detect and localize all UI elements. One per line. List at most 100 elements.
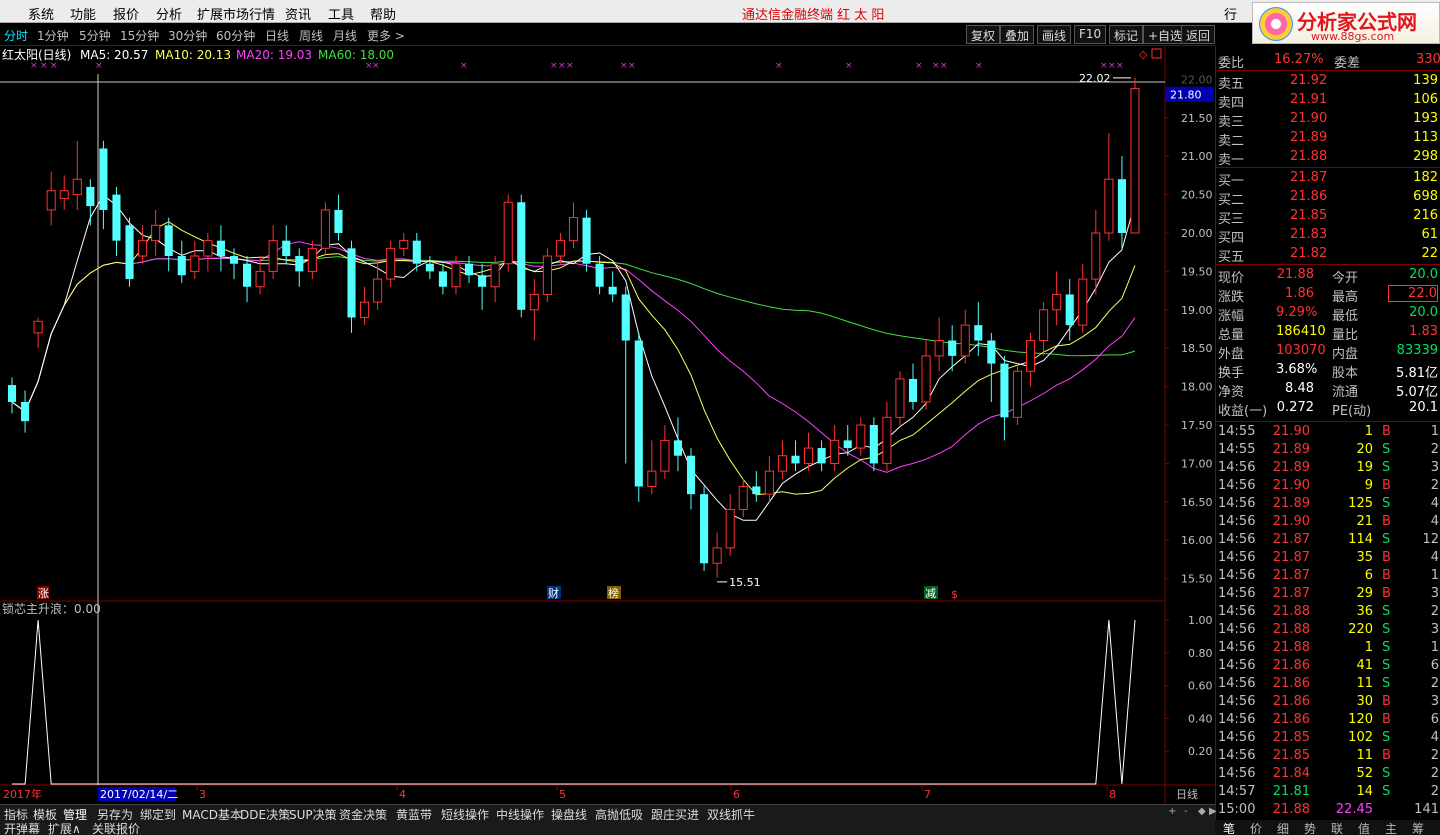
candle[interactable]	[33, 317, 43, 349]
candle[interactable]	[347, 240, 356, 333]
detail-tab[interactable]: 价	[1250, 820, 1262, 835]
candle[interactable]	[86, 179, 95, 226]
expand-toggle[interactable]: 扩展∧	[48, 820, 81, 835]
detail-tab[interactable]: 细	[1277, 820, 1289, 835]
detail-tab[interactable]: 势	[1304, 820, 1316, 835]
candle[interactable]	[438, 263, 447, 295]
candle[interactable]	[373, 263, 383, 310]
candle[interactable]	[21, 390, 30, 433]
marker-cai[interactable]: 财	[548, 586, 559, 600]
back-button[interactable]: 返回	[1181, 25, 1215, 44]
candle[interactable]	[282, 225, 291, 264]
candle[interactable]	[255, 256, 265, 295]
detail-tab[interactable]: 联	[1331, 820, 1343, 835]
candle[interactable]	[517, 194, 526, 318]
menu-tools[interactable]: 工具	[328, 4, 354, 23]
f10-button[interactable]: F10	[1074, 25, 1107, 44]
candle[interactable]	[125, 217, 134, 287]
candle[interactable]	[882, 401, 892, 472]
menu-analysis[interactable]: 分析	[156, 4, 182, 23]
candle[interactable]	[921, 340, 931, 410]
marker-zhang[interactable]: 涨	[38, 587, 49, 600]
candle[interactable]	[934, 317, 944, 372]
menu-help[interactable]: 帮助	[370, 4, 396, 23]
candle[interactable]	[295, 248, 304, 287]
candle[interactable]	[791, 440, 800, 472]
candle[interactable]	[1025, 332, 1036, 387]
menu-function[interactable]: 功能	[70, 4, 96, 23]
candle[interactable]	[7, 377, 17, 414]
candle[interactable]	[1000, 355, 1009, 441]
candle[interactable]	[1078, 263, 1088, 333]
period-tab-weekly[interactable]: 周线	[299, 27, 323, 44]
overlay-button[interactable]: 叠加	[1000, 25, 1035, 44]
candle[interactable]	[1052, 271, 1062, 326]
candle[interactable]	[1039, 302, 1049, 356]
period-tab-1min[interactable]: 1分钟	[37, 27, 69, 44]
kline-chart[interactable]: ◇× × × × × × × × × × × × × × × × × × × × × 红太阳(日线) MA5: 20.5…	[0, 46, 1215, 806]
danmaku-toggle[interactable]: 开弹幕	[4, 820, 40, 835]
candle[interactable]	[830, 425, 840, 472]
candle[interactable]	[621, 286, 630, 464]
candle[interactable]	[216, 225, 225, 272]
candle[interactable]	[582, 209, 591, 272]
candle[interactable]	[686, 448, 696, 510]
candle[interactable]	[568, 202, 579, 249]
candle[interactable]	[555, 232, 565, 264]
candle[interactable]	[529, 279, 539, 341]
candle[interactable]	[856, 417, 866, 456]
menu-news[interactable]: 资讯	[285, 4, 311, 23]
period-tab-15min[interactable]: 15分钟	[120, 27, 159, 44]
marker-dollar[interactable]: $	[951, 588, 958, 601]
candle[interactable]	[59, 175, 69, 210]
candle[interactable]	[647, 440, 657, 495]
candle[interactable]	[203, 232, 213, 272]
marker-bang[interactable]: 榜	[608, 586, 619, 600]
candle[interactable]	[177, 240, 186, 283]
candle[interactable]	[777, 440, 787, 479]
candle[interactable]	[1117, 156, 1126, 249]
candle[interactable]	[268, 225, 278, 280]
candle[interactable]	[151, 209, 161, 257]
candle[interactable]	[700, 486, 709, 571]
candle[interactable]	[399, 232, 409, 257]
candle[interactable]	[307, 240, 317, 280]
period-tab-5min[interactable]: 5分钟	[79, 27, 111, 44]
menu-extended-market[interactable]: 扩展市场行情	[197, 4, 275, 23]
candle[interactable]	[1012, 363, 1023, 426]
candle[interactable]	[360, 286, 370, 326]
candle[interactable]	[242, 256, 252, 303]
candle[interactable]	[725, 494, 735, 556]
restore-rights-button[interactable]: 复权	[966, 25, 1001, 44]
candle[interactable]	[425, 256, 434, 280]
candle[interactable]	[99, 140, 108, 230]
candle[interactable]	[908, 363, 918, 410]
detail-tab[interactable]: 值	[1358, 820, 1370, 835]
menu-quote[interactable]: 报价	[113, 4, 139, 23]
detail-tab[interactable]: 笔	[1223, 820, 1235, 835]
candle[interactable]	[320, 202, 330, 257]
candle[interactable]	[72, 140, 82, 210]
candle[interactable]	[634, 332, 643, 502]
candle[interactable]	[869, 417, 878, 472]
period-tab-more[interactable]: 更多 >	[367, 27, 405, 44]
candle[interactable]	[673, 417, 683, 472]
scroll-control-icon[interactable]: ◆	[1198, 806, 1206, 817]
menu-quote-cut[interactable]: 行	[1224, 4, 1237, 23]
candle[interactable]	[490, 256, 500, 303]
candle[interactable]	[608, 271, 617, 303]
candle[interactable]	[112, 186, 121, 257]
candle[interactable]	[987, 332, 996, 402]
candle[interactable]	[752, 471, 761, 502]
period-tab-fenshi[interactable]: 分时	[4, 27, 28, 44]
candle[interactable]	[229, 248, 239, 280]
candle[interactable]	[190, 240, 200, 280]
menu-system[interactable]: 系统	[28, 4, 54, 23]
detail-tab[interactable]: 主	[1385, 820, 1397, 835]
candle[interactable]	[764, 455, 774, 502]
candle[interactable]	[46, 171, 56, 226]
draw-line-button[interactable]: 画线	[1037, 25, 1072, 44]
candle[interactable]	[1104, 133, 1114, 241]
candle[interactable]	[334, 194, 343, 241]
mark-button[interactable]: 标记	[1109, 25, 1144, 44]
